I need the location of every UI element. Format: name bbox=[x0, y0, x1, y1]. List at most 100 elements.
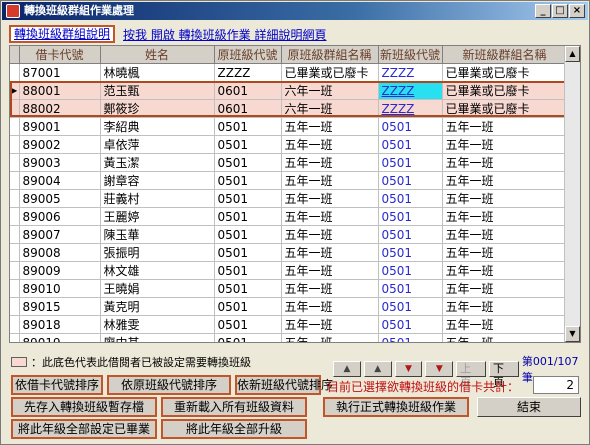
save-temp-button[interactable]: 先存入轉換班級暫存檔 bbox=[11, 397, 157, 417]
cell-new-class-code[interactable]: ZZZZ bbox=[378, 63, 443, 82]
first-record-icon[interactable]: ▲ bbox=[333, 361, 361, 377]
cell-name[interactable]: 林雅雯 bbox=[100, 315, 215, 334]
prev-record-icon[interactable]: ▲ bbox=[363, 361, 392, 377]
cell-orig-class-code[interactable]: 0601 bbox=[214, 81, 282, 100]
cell-orig-class-code[interactable]: 0601 bbox=[214, 99, 282, 118]
cell-card-id[interactable]: 89003 bbox=[19, 153, 101, 172]
row-indicator[interactable] bbox=[10, 99, 20, 118]
close-window-button[interactable]: × bbox=[569, 4, 585, 18]
cell-name[interactable]: 范玉甄 bbox=[100, 81, 215, 100]
cell-orig-class-code[interactable]: 0501 bbox=[214, 153, 282, 172]
cell-new-class-name[interactable]: 五年一班 bbox=[442, 225, 568, 244]
row-indicator[interactable] bbox=[10, 243, 20, 262]
execute-conversion-button[interactable]: 執行正式轉換班級作業 bbox=[323, 397, 469, 417]
cell-orig-class-code[interactable]: 0501 bbox=[214, 315, 282, 334]
set-graduated-button[interactable]: 將此年級全部設定已畢業 bbox=[11, 419, 157, 439]
sort-by-card-button[interactable]: 依借卡代號排序 bbox=[11, 375, 103, 395]
cell-orig-class-name[interactable]: 五年一班 bbox=[281, 279, 379, 298]
cell-card-id[interactable]: 89019 bbox=[19, 333, 101, 342]
cell-orig-class-code[interactable]: 0501 bbox=[214, 297, 282, 316]
scroll-down-icon[interactable]: ▼ bbox=[565, 326, 580, 342]
cell-orig-class-name[interactable]: 五年一班 bbox=[281, 243, 379, 262]
cell-new-class-name[interactable]: 五年一班 bbox=[442, 243, 568, 262]
cell-new-class-code[interactable]: 0501 bbox=[378, 135, 443, 154]
current-row-icon[interactable]: ▶ bbox=[10, 81, 20, 100]
table-row[interactable]: 89004 謝章容 0501 五年一班 0501 五年一班 bbox=[10, 171, 568, 190]
cell-new-class-code[interactable]: 0501 bbox=[378, 297, 443, 316]
last-record-icon[interactable]: ▼ bbox=[425, 361, 454, 377]
prev-page-button[interactable]: 上頁 bbox=[456, 361, 487, 389]
cell-name[interactable]: 廖中其 bbox=[100, 333, 215, 342]
cell-orig-class-name[interactable]: 五年一班 bbox=[281, 225, 379, 244]
row-indicator[interactable] bbox=[10, 333, 20, 342]
cell-new-class-name[interactable]: 已畢業或已廢卡 bbox=[442, 63, 568, 82]
cell-new-class-code[interactable]: 0501 bbox=[378, 279, 443, 298]
row-indicator[interactable] bbox=[10, 117, 20, 136]
cell-orig-class-code[interactable]: 0501 bbox=[214, 189, 282, 208]
cell-card-id[interactable]: 88002 bbox=[19, 99, 101, 118]
cell-name[interactable]: 王麗婷 bbox=[100, 207, 215, 226]
open-help-page-link[interactable]: 按我 開啟 轉換班級作業 詳細說明網頁 bbox=[123, 26, 326, 43]
row-indicator[interactable] bbox=[10, 297, 20, 316]
col-header-new-class-code[interactable]: 新班級代號 bbox=[378, 46, 443, 64]
cell-new-class-code[interactable]: 0501 bbox=[378, 207, 443, 226]
cell-orig-class-code[interactable]: 0501 bbox=[214, 261, 282, 280]
vertical-scrollbar[interactable]: ▲ ▼ bbox=[564, 46, 580, 342]
cell-orig-class-name[interactable]: 五年一班 bbox=[281, 207, 379, 226]
cell-new-class-name[interactable]: 五年一班 bbox=[442, 315, 568, 334]
table-row[interactable]: 89006 王麗婷 0501 五年一班 0501 五年一班 bbox=[10, 207, 568, 226]
cell-new-class-code[interactable]: ZZZZ bbox=[378, 99, 443, 118]
cell-card-id[interactable]: 89002 bbox=[19, 135, 101, 154]
cell-new-class-name[interactable]: 五年一班 bbox=[442, 189, 568, 208]
col-header-orig-class-code[interactable]: 原班級代號 bbox=[214, 46, 282, 64]
cell-new-class-code[interactable]: 0501 bbox=[378, 333, 443, 342]
scroll-up-icon[interactable]: ▲ bbox=[565, 46, 580, 62]
cell-new-class-code[interactable]: 0501 bbox=[378, 315, 443, 334]
minimize-button[interactable]: _ bbox=[535, 4, 551, 18]
next-page-button[interactable]: 下頁 bbox=[489, 361, 519, 389]
table-row[interactable]: 89018 林雅雯 0501 五年一班 0501 五年一班 bbox=[10, 315, 568, 334]
cell-orig-class-code[interactable]: 0501 bbox=[214, 117, 282, 136]
cell-card-id[interactable]: 89007 bbox=[19, 225, 101, 244]
cell-card-id[interactable]: 89010 bbox=[19, 279, 101, 298]
cell-orig-class-code[interactable]: ZZZZ bbox=[214, 63, 282, 82]
data-grid[interactable]: 借卡代號 姓名 原班級代號 原班級群組名稱 新班級代號 新班級群組名稱 8700… bbox=[9, 45, 581, 343]
cell-orig-class-name[interactable]: 已畢業或已廢卡 bbox=[281, 63, 379, 82]
cell-card-id[interactable]: 88001 bbox=[19, 81, 101, 100]
row-indicator[interactable] bbox=[10, 63, 20, 82]
cell-orig-class-code[interactable]: 0501 bbox=[214, 333, 282, 342]
cell-name[interactable]: 黃克明 bbox=[100, 297, 215, 316]
cell-new-class-name[interactable]: 已畢業或已廢卡 bbox=[442, 81, 568, 100]
table-row[interactable]: 89005 莊義村 0501 五年一班 0501 五年一班 bbox=[10, 189, 568, 208]
cell-new-class-name[interactable]: 五年一班 bbox=[442, 153, 568, 172]
table-row[interactable]: ▶ 88001 范玉甄 0601 六年一班 ZZZZ 已畢業或已廢卡 bbox=[10, 81, 568, 100]
table-row[interactable]: 89002 卓依萍 0501 五年一班 0501 五年一班 bbox=[10, 135, 568, 154]
cell-new-class-name[interactable]: 五年一班 bbox=[442, 171, 568, 190]
close-button[interactable]: 結束 bbox=[477, 397, 581, 417]
sort-by-orig-class-button[interactable]: 依原班級代號排序 bbox=[107, 375, 231, 395]
cell-new-class-name[interactable]: 五年一班 bbox=[442, 297, 568, 316]
cell-card-id[interactable]: 89018 bbox=[19, 315, 101, 334]
cell-orig-class-name[interactable]: 五年一班 bbox=[281, 333, 379, 342]
row-indicator[interactable] bbox=[10, 153, 20, 172]
cell-name[interactable]: 王曉娟 bbox=[100, 279, 215, 298]
cell-new-class-code[interactable]: 0501 bbox=[378, 153, 443, 172]
cell-new-class-name[interactable]: 五年一班 bbox=[442, 117, 568, 136]
row-indicator[interactable] bbox=[10, 279, 20, 298]
cell-orig-class-name[interactable]: 五年一班 bbox=[281, 261, 379, 280]
cell-new-class-code[interactable]: 0501 bbox=[378, 225, 443, 244]
cell-orig-class-code[interactable]: 0501 bbox=[214, 279, 282, 298]
cell-name[interactable]: 林曉楓 bbox=[100, 63, 215, 82]
col-header-card-id[interactable]: 借卡代號 bbox=[19, 46, 101, 64]
table-row[interactable]: 89007 陳玉華 0501 五年一班 0501 五年一班 bbox=[10, 225, 568, 244]
table-row[interactable]: 89003 黃玉潔 0501 五年一班 0501 五年一班 bbox=[10, 153, 568, 172]
cell-name[interactable]: 黃玉潔 bbox=[100, 153, 215, 172]
table-row[interactable]: 89008 張振明 0501 五年一班 0501 五年一班 bbox=[10, 243, 568, 262]
row-indicator[interactable] bbox=[10, 189, 20, 208]
cell-orig-class-code[interactable]: 0501 bbox=[214, 243, 282, 262]
table-row[interactable]: 89019 廖中其 0501 五年一班 0501 五年一班 bbox=[10, 333, 568, 342]
sort-by-new-class-button[interactable]: 依新班級代號排序 bbox=[235, 375, 333, 395]
row-indicator[interactable] bbox=[10, 261, 20, 280]
table-row[interactable]: 89010 王曉娟 0501 五年一班 0501 五年一班 bbox=[10, 279, 568, 298]
cell-card-id[interactable]: 89008 bbox=[19, 243, 101, 262]
